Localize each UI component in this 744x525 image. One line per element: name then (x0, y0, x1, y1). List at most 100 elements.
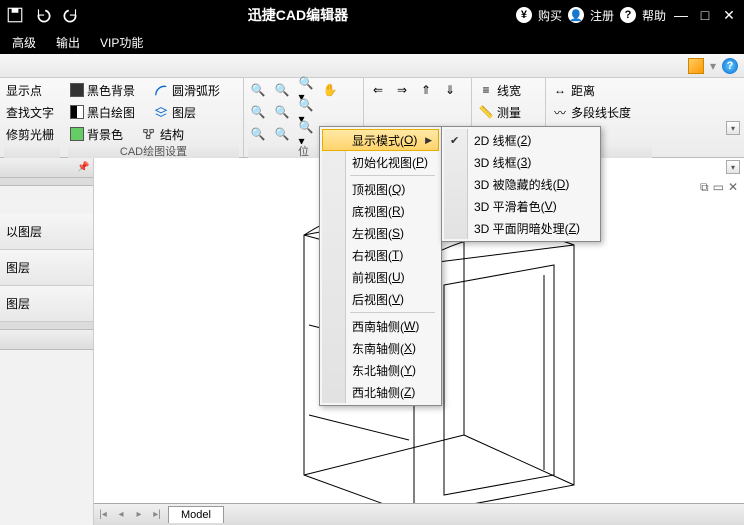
rib-layer[interactable]: 图层 (151, 103, 198, 122)
rib-trimraster[interactable]: 修剪光栅 (4, 125, 56, 144)
hand-icon: ✋ (322, 82, 338, 98)
menu1-item-7[interactable]: 前视图(U) (322, 266, 439, 288)
rib-showpoint[interactable]: 显示点 (4, 81, 44, 100)
title-bar: 迅捷CAD编辑器 ¥ 购买 👤 注册 ? 帮助 — □ ✕ (0, 0, 744, 30)
rib-structure[interactable]: 结构 (139, 125, 186, 144)
zoom-plus-icon: 🔍 (274, 82, 290, 98)
question-icon: ? (620, 7, 636, 23)
rib-zoom9[interactable]: 🔍▾ (296, 125, 316, 143)
canvas-restore-icon[interactable]: ⧉ (700, 180, 709, 195)
menu1-item-5[interactable]: 左视图(S) (322, 222, 439, 244)
menu1-item-13[interactable]: 西北轴侧(Z) (322, 381, 439, 403)
lp-item-3[interactable]: 图层 (0, 286, 93, 322)
redo-icon[interactable] (62, 6, 80, 24)
save-icon[interactable] (6, 6, 24, 24)
register-link[interactable]: 注册 (590, 7, 614, 24)
arc-icon (153, 82, 169, 98)
menu1-item-4[interactable]: 底视图(R) (322, 200, 439, 222)
rib-zoom4[interactable]: 🔍 (248, 103, 268, 121)
right-arrow-icon: ⇒ (394, 82, 410, 98)
menu1-item-8[interactable]: 后视图(V) (322, 288, 439, 310)
rib-right[interactable]: ⇒ (392, 81, 412, 99)
layers-icon (153, 104, 169, 120)
pencil-icon[interactable] (688, 58, 704, 74)
green-square-icon (70, 127, 84, 141)
down-arrow-icon: ⇓ (442, 82, 458, 98)
canvas-close-icon[interactable]: ✕ (728, 180, 738, 195)
user-icon: 👤 (568, 7, 584, 23)
left-panel: 📌 以图层 图层 图层 (0, 158, 94, 525)
rib-hand[interactable]: ✋ (320, 81, 340, 99)
rib-up[interactable]: ⇑ (416, 81, 436, 99)
rib-zoom2[interactable]: 🔍 (272, 81, 292, 99)
menu2-item-0[interactable]: ✔2D 线框(2) (444, 129, 598, 151)
menu2-item-1[interactable]: 3D 线框(3) (444, 151, 598, 173)
rib-blackbg[interactable]: 黑色背景 (68, 81, 137, 100)
menu-bar: 高级 输出 VIP功能 (0, 30, 744, 54)
rib-zoom1[interactable]: 🔍 (248, 81, 268, 99)
help-icon[interactable]: ? (722, 58, 738, 74)
up-arrow-icon: ⇑ (418, 82, 434, 98)
structure-icon (141, 126, 157, 142)
distance-icon: ↔ (552, 82, 568, 98)
menu1-item-1[interactable]: 初始化视图(P) (322, 151, 439, 173)
menu-advanced[interactable]: 高级 (4, 31, 44, 54)
help-link[interactable]: 帮助 (642, 7, 666, 24)
minimize-button[interactable]: — (672, 6, 690, 24)
rib-distance[interactable]: ↔距离 (550, 81, 597, 100)
menu2-item-2[interactable]: 3D 被隐藏的线(D) (444, 173, 598, 195)
linewidth-icon: ≡ (478, 82, 494, 98)
menu-output[interactable]: 输出 (48, 31, 88, 54)
rib-zoom5[interactable]: 🔍 (272, 103, 292, 121)
rib-zoom8[interactable]: 🔍 (272, 125, 292, 143)
tab-last[interactable]: ▸| (148, 506, 166, 524)
rib-arc[interactable]: 圆滑弧形 (151, 81, 222, 100)
bw-icon (70, 105, 84, 119)
tab-first[interactable]: |◂ (94, 506, 112, 524)
left-arrow-icon: ⇐ (370, 82, 386, 98)
menu1-item-0[interactable]: 显示模式(O)▶ (322, 129, 439, 151)
rib-linewidth[interactable]: ≡线宽 (476, 81, 523, 100)
rib-zoom3[interactable]: 🔍▾ (296, 81, 316, 99)
tab-bar: |◂ ◂ ▸ ▸| Model (94, 503, 744, 525)
canvas-tools: ⧉ ▭ ✕ (700, 180, 738, 195)
rib-measure[interactable]: 📏测量 (476, 103, 523, 122)
rib-findtext[interactable]: 查找文字 (4, 103, 56, 122)
rib-polyline[interactable]: 〰多段线长度 (550, 103, 633, 122)
rib-down[interactable]: ⇓ (440, 81, 460, 99)
menu1-item-6[interactable]: 右视图(T) (322, 244, 439, 266)
zoom-dd-icon[interactable]: 🔍▾ (298, 82, 314, 98)
undo-icon[interactable] (34, 6, 52, 24)
lp-item-2[interactable]: 图层 (0, 250, 93, 286)
menu1-item-3[interactable]: 顶视图(Q) (322, 178, 439, 200)
menu1-item-11[interactable]: 东南轴侧(X) (322, 337, 439, 359)
menu-vip[interactable]: VIP功能 (92, 31, 151, 54)
rib-left[interactable]: ⇐ (368, 81, 388, 99)
tab-prev[interactable]: ◂ (112, 506, 130, 524)
buy-link[interactable]: 购买 (538, 7, 562, 24)
pin-icon[interactable]: 📌 (77, 162, 89, 174)
display-mode-submenu: ✔2D 线框(2)3D 线框(3)3D 被隐藏的线(D)3D 平滑着色(V)3D… (441, 126, 601, 242)
view-context-menu: 显示模式(O)▶初始化视图(P) 顶视图(Q)底视图(R)左视图(S)右视图(T)… (319, 126, 442, 406)
canvas-max-icon[interactable]: ▭ (713, 180, 724, 195)
yen-icon: ¥ (516, 7, 532, 23)
black-square-icon (70, 83, 84, 97)
rib-zoom6[interactable]: 🔍▾ (296, 103, 316, 121)
lp-item-1[interactable]: 以图层 (0, 214, 93, 250)
zoom-icon: 🔍 (250, 82, 266, 98)
menu2-item-3[interactable]: 3D 平滑着色(V) (444, 195, 598, 217)
tab-model[interactable]: Model (168, 506, 224, 523)
help-row: ▾ ? (0, 54, 744, 78)
maximize-button[interactable]: □ (696, 6, 714, 24)
menu2-item-4[interactable]: 3D 平面阴暗处理(Z) (444, 217, 598, 239)
rib-bwdraw[interactable]: 黑白绘图 (68, 103, 137, 122)
menu1-item-12[interactable]: 东北轴侧(Y) (322, 359, 439, 381)
tab-next[interactable]: ▸ (130, 506, 148, 524)
polyline-icon: 〰 (552, 104, 568, 120)
ribbon-expand[interactable]: ▾ (726, 121, 740, 135)
rib-bgcolor[interactable]: 背景色 (68, 125, 125, 144)
rib-zoom7[interactable]: 🔍 (248, 125, 268, 143)
menu1-item-10[interactable]: 西南轴侧(W) (322, 315, 439, 337)
canvas-expand[interactable]: ▾ (726, 160, 740, 174)
close-button[interactable]: ✕ (720, 6, 738, 24)
